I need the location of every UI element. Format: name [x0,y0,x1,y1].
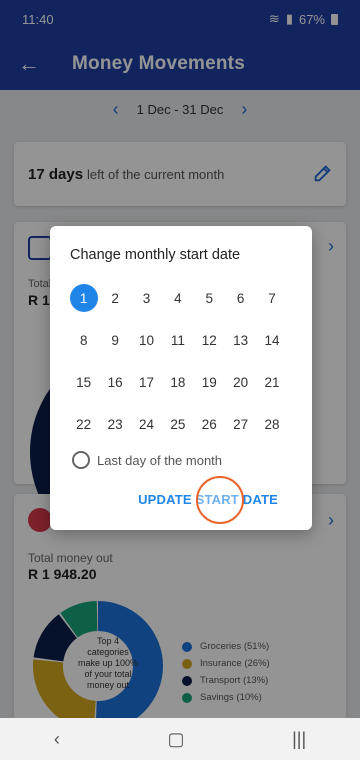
day-option[interactable]: 18 [162,361,193,403]
day-option[interactable]: 20 [225,361,256,403]
day-option[interactable]: 14 [256,319,287,361]
day-option[interactable]: 16 [99,361,130,403]
dialog-title: Change monthly start date [70,247,241,263]
system-nav-bar: ‹ ▢ ||| [0,718,360,760]
touch-indicator [196,476,244,524]
day-option[interactable]: 13 [225,319,256,361]
day-option[interactable]: 5 [194,277,225,319]
day-option[interactable]: 7 [256,277,287,319]
day-option[interactable]: 8 [68,319,99,361]
day-option[interactable]: 12 [194,319,225,361]
day-option[interactable]: 26 [194,403,225,445]
day-option[interactable]: 17 [131,361,162,403]
day-option[interactable]: 25 [162,403,193,445]
day-option[interactable]: 1 [68,277,99,319]
day-option[interactable]: 28 [256,403,287,445]
home-nav-icon[interactable]: ▢ [167,729,184,750]
day-option[interactable]: 24 [131,403,162,445]
day-option[interactable]: 22 [68,403,99,445]
back-nav-icon[interactable]: ‹ [54,729,60,750]
day-option[interactable]: 10 [131,319,162,361]
day-option[interactable]: 9 [99,319,130,361]
day-option[interactable]: 27 [225,403,256,445]
day-option[interactable]: 15 [68,361,99,403]
last-day-option[interactable]: Last day of the month [72,451,222,469]
start-date-dialog: Change monthly start date 1 2 3 4 5 6 7 8 9 10 11 1… [50,226,312,530]
day-option[interactable]: 23 [99,403,130,445]
day-option[interactable]: 2 [99,277,130,319]
day-option[interactable]: 11 [162,319,193,361]
day-option[interactable]: 19 [194,361,225,403]
day-option[interactable]: 6 [225,277,256,319]
recents-nav-icon[interactable]: ||| [292,729,306,750]
day-option[interactable]: 21 [256,361,287,403]
radio-button[interactable] [72,451,90,469]
day-option[interactable]: 3 [131,277,162,319]
day-grid: 1 2 3 4 5 6 7 8 9 10 11 12 13 14 15 16 17 18 19 20 21 22 23 24 2… [68,277,304,445]
day-option[interactable]: 4 [162,277,193,319]
last-day-label: Last day of the month [97,452,223,468]
